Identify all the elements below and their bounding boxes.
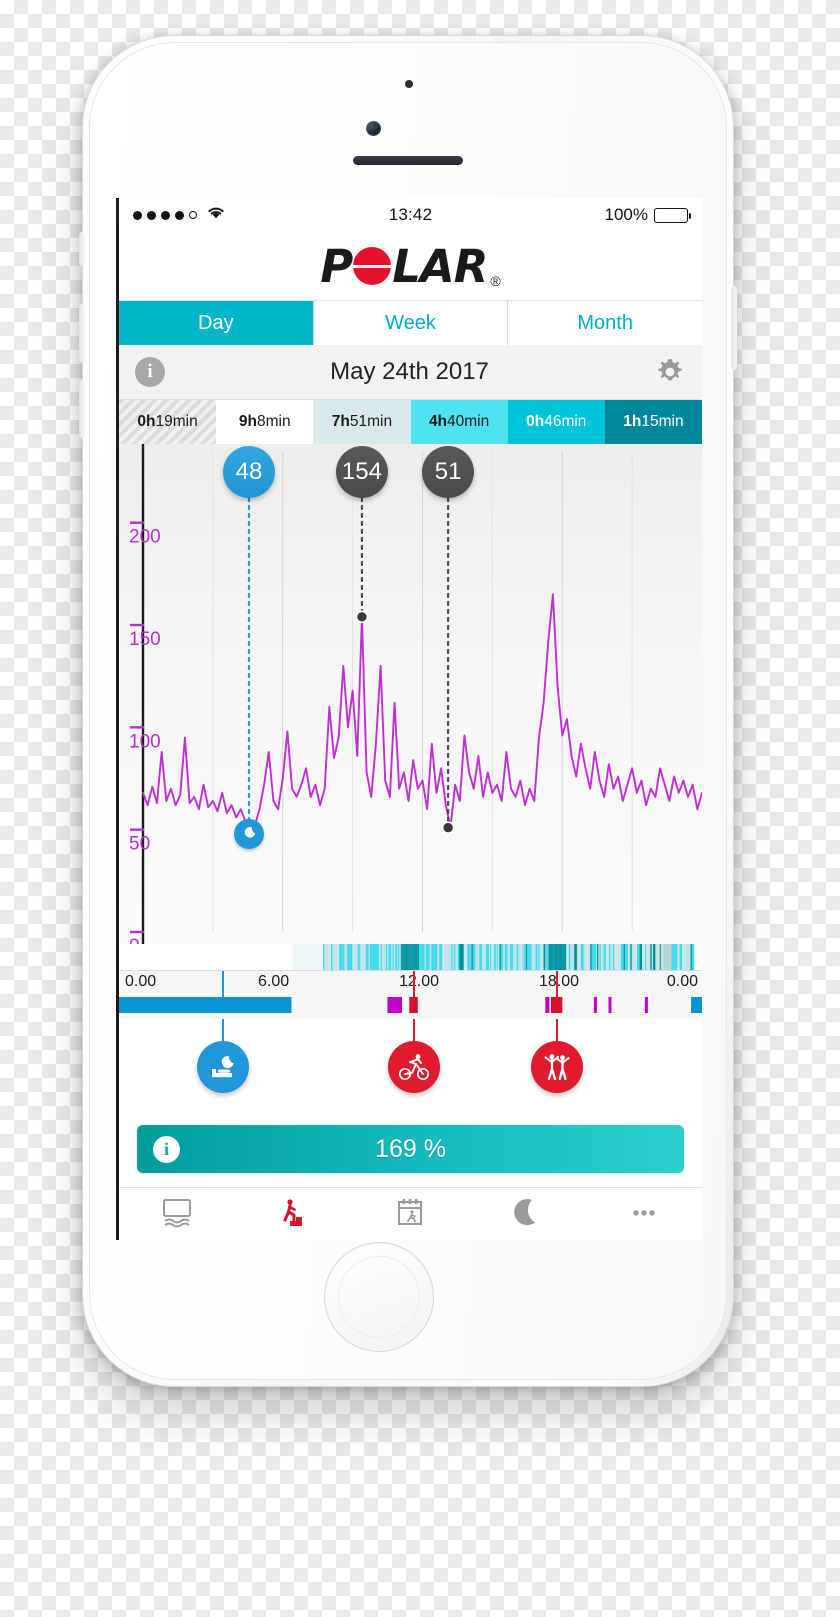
xtick-3: 18.00 [539, 973, 580, 990]
cycling-icon[interactable] [388, 1041, 441, 1093]
battery-percentage: 100% [604, 205, 648, 224]
event-connector-line [556, 1019, 559, 1043]
info-icon[interactable]: i [153, 1135, 180, 1163]
signal-dot-4 [175, 210, 184, 220]
polar-circle-mark [353, 247, 392, 285]
battery-icon [653, 207, 691, 223]
zone-segment-4[interactable]: 0h 46min [507, 400, 605, 444]
period-tab-group: Day Week Month [119, 300, 702, 345]
status-bar: 13:42 100% [119, 198, 702, 232]
svg-text:50: 50 [129, 834, 150, 855]
tab-month[interactable]: Month [508, 301, 702, 345]
tab-day[interactable]: Day [119, 301, 314, 345]
hr-marker-bubble-maximum[interactable]: 154 [335, 446, 388, 498]
app-header: P LAR ® [119, 232, 702, 300]
feed-icon [160, 1198, 194, 1233]
date-header: i May 24th 2017 [119, 345, 702, 400]
tab-feed-label: Feed [160, 1239, 194, 1240]
svg-text:200: 200 [129, 527, 161, 548]
status-bar-clock: 13:42 [388, 205, 433, 224]
svg-text:100: 100 [129, 731, 161, 752]
page-title: May 24th 2017 [330, 358, 489, 385]
tab-sleep[interactable]: Sleep [469, 1188, 586, 1240]
goal-banner-wrapper: i 169 % [119, 1117, 702, 1187]
event-connector-line-upper [556, 971, 559, 997]
volume-down-button[interactable] [79, 380, 85, 438]
goal-percentage: 169 % [375, 1134, 446, 1163]
event-icon-row [119, 1019, 702, 1117]
group-fitness-icon[interactable] [531, 1041, 584, 1093]
tab-activity[interactable]: Activity [236, 1188, 353, 1240]
svg-text:150: 150 [129, 629, 161, 650]
svg-text:0: 0 [129, 936, 140, 944]
power-button[interactable] [731, 286, 737, 370]
resting-heart-rate-moon-icon[interactable] [233, 818, 264, 849]
sleep-icon[interactable] [197, 1041, 250, 1093]
tab-training[interactable]: Training [352, 1188, 469, 1240]
hr-marker-bubble-resting[interactable]: 48 [222, 446, 275, 498]
front-camera [366, 121, 381, 136]
bottom-tab-bar: Feed Activity [119, 1187, 702, 1240]
tab-more-label: More [627, 1239, 661, 1240]
xtick-4: 0.00 [666, 973, 698, 990]
tab-week[interactable]: Week [313, 301, 509, 345]
xtick-1: 6.00 [258, 973, 290, 990]
zone-segment-3[interactable]: 4h 40min [410, 400, 508, 444]
wifi-icon [206, 205, 226, 225]
signal-dot-5 [189, 211, 197, 219]
activity-intensity-strip [119, 944, 702, 970]
heart-rate-chart[interactable]: 0 50 100 150 200 48 154 51 [119, 444, 702, 944]
time-axis: 0.00 6.00 12.00 18.00 0.00 [119, 970, 702, 997]
silent-switch[interactable] [79, 232, 85, 266]
event-connector-line [413, 1019, 416, 1043]
activity-icon [277, 1198, 311, 1233]
zone-segment-1[interactable]: 9h 8min [216, 400, 314, 444]
polar-wordmark: P LAR [320, 239, 488, 293]
event-connector-line-upper [413, 971, 416, 997]
home-button[interactable] [324, 1242, 434, 1352]
info-icon[interactable]: i [135, 357, 165, 387]
signal-dot-1 [133, 210, 142, 220]
xtick-0: 0.00 [125, 973, 157, 990]
signal-dot-3 [161, 210, 170, 220]
tab-training-label: Training [384, 1239, 438, 1240]
event-timeline-bar[interactable] [119, 971, 702, 1019]
proximity-sensor [405, 80, 413, 88]
sleep-connector-line-upper [222, 971, 225, 997]
activity-goal-banner[interactable]: i 169 % [137, 1125, 684, 1173]
activity-zone-bar: 0h 19min 9h 8min 7h 51min 4h 40min 0h 46min 1… [119, 400, 702, 444]
zone-segment-0[interactable]: 0h 19min [119, 400, 217, 444]
zone-segment-5[interactable]: 1h 15min [604, 400, 702, 444]
registered-trademark: ® [490, 272, 501, 289]
more-ellipsis-icon [627, 1198, 661, 1233]
training-calendar-icon [393, 1198, 427, 1233]
zone-segment-2[interactable]: 7h 51min [313, 400, 411, 444]
hr-marker-bubble-point[interactable]: 51 [422, 446, 475, 498]
status-bar-left [133, 205, 316, 225]
status-bar-right: 100% [505, 205, 691, 225]
tab-feed[interactable]: Feed [119, 1188, 236, 1240]
tab-more[interactable]: More [585, 1188, 702, 1240]
gear-icon[interactable] [654, 356, 686, 388]
moon-icon [510, 1198, 544, 1233]
phone-screen: 13:42 100% P LAR ® Day Week Month i May 2… [116, 198, 702, 1240]
tab-activity-label: Activity [270, 1239, 318, 1240]
event-connector-line [222, 1019, 225, 1043]
volume-up-button[interactable] [79, 304, 85, 362]
heart-rate-plot: 0 50 100 150 200 [129, 444, 702, 944]
polar-logo: P LAR ® [320, 240, 500, 293]
xtick-2: 12.00 [399, 973, 440, 990]
signal-dot-2 [147, 210, 156, 220]
earpiece-speaker [353, 156, 463, 165]
tab-sleep-label: Sleep [508, 1239, 546, 1240]
